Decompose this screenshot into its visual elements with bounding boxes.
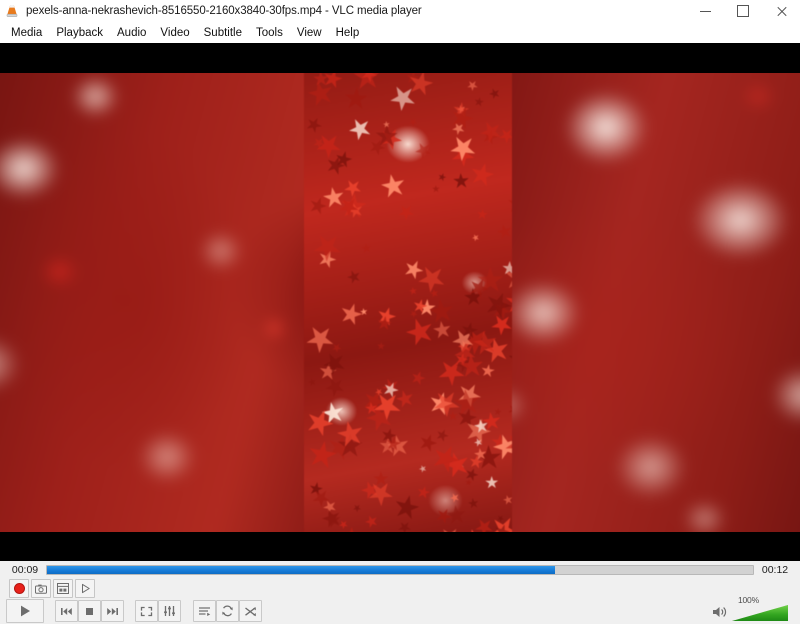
menu-item-help[interactable]: Help [329,24,367,42]
play-button[interactable] [6,599,44,623]
control-bar: 100% [0,595,800,624]
transport-group [55,600,124,622]
menu-item-playback[interactable]: Playback [49,24,110,42]
view-group [135,600,181,622]
record-button[interactable] [9,579,29,598]
menu-item-media[interactable]: Media [4,24,49,42]
menu-item-tools[interactable]: Tools [249,24,290,42]
seek-bar-row: 00:09 00:12 [0,561,800,579]
title-bar: pexels-anna-nekrashevich-8516550-2160x38… [0,0,800,23]
window-title: pexels-anna-nekrashevich-8516550-2160x38… [26,5,422,17]
stop-icon [86,607,93,615]
close-icon [776,6,787,17]
seek-slider[interactable] [46,565,754,575]
playlist-button[interactable] [193,600,216,622]
volume-percent-label: 100% [738,595,759,605]
previous-icon [61,607,72,615]
play-icon [21,605,30,617]
playlist-icon [199,606,211,616]
frame-icon [57,583,69,594]
equalizer-icon [164,606,175,616]
fullscreen-icon [140,606,153,616]
loop-button[interactable] [216,600,239,622]
camera-icon [35,584,47,594]
close-button[interactable] [762,0,800,22]
minimize-icon [699,10,711,12]
volume-slider[interactable]: 100% [732,595,788,621]
video-frame [0,73,800,532]
shuffle-icon [245,606,256,616]
vlc-cone-icon [4,3,20,19]
fullscreen-button[interactable] [135,600,158,622]
extra-controls-row [0,579,800,598]
window-controls [686,0,800,22]
previous-button[interactable] [55,600,78,622]
volume-fill [732,605,788,621]
elapsed-time: 00:09 [11,564,39,576]
volume-control[interactable]: 100% [710,595,788,622]
extended-settings-button[interactable] [158,600,181,622]
advanced-play-button[interactable] [75,579,95,598]
frame-by-frame-button[interactable] [53,579,73,598]
speaker-icon[interactable] [710,602,730,622]
random-button[interactable] [239,600,262,622]
stop-button[interactable] [78,600,101,622]
record-icon [13,583,25,594]
loop-icon [222,605,233,617]
minimize-button[interactable] [686,0,724,22]
menu-item-video[interactable]: Video [153,24,196,42]
next-button[interactable] [101,600,124,622]
remaining-time: 00:12 [761,564,789,576]
video-display-area[interactable] [0,43,800,561]
menu-item-audio[interactable]: Audio [110,24,153,42]
play-outline-icon [81,583,90,594]
menu-bar: Media Playback Audio Video Subtitle Tool… [0,23,800,43]
playlist-group [193,600,262,622]
maximize-icon [737,5,749,17]
seek-progress-fill [47,566,556,574]
next-icon [107,607,118,615]
menu-item-view[interactable]: View [290,24,329,42]
video-focus-band [304,73,512,532]
menu-item-subtitle[interactable]: Subtitle [197,24,249,42]
vlc-window: pexels-anna-nekrashevich-8516550-2160x38… [0,0,800,624]
maximize-button[interactable] [724,0,762,22]
snapshot-button[interactable] [31,579,51,598]
